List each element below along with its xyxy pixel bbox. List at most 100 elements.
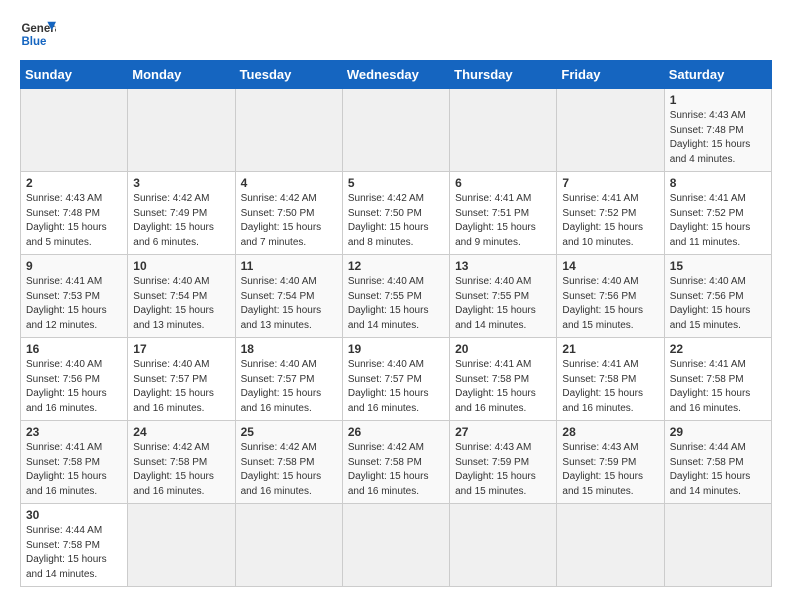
day-info: Sunrise: 4:43 AM Sunset: 7:48 PM Dayligh… xyxy=(26,192,122,250)
day-info: Sunrise: 4:41 AM Sunset: 7:58 PM Dayligh… xyxy=(670,358,766,416)
weekday-header-sunday: Sunday xyxy=(21,61,128,89)
day-info: Sunrise: 4:40 AM Sunset: 7:54 PM Dayligh… xyxy=(133,275,229,333)
calendar-cell: 4 Sunrise: 4:42 AM Sunset: 7:50 PM Daylig… xyxy=(235,172,342,255)
day-info: Sunrise: 4:42 AM Sunset: 7:50 PM Dayligh… xyxy=(348,192,444,250)
day-info: Sunrise: 4:42 AM Sunset: 7:58 PM Dayligh… xyxy=(348,441,444,499)
day-number: 3 xyxy=(133,176,229,190)
day-number: 22 xyxy=(670,342,766,356)
calendar-cell: 14Sunrise: 4:40 AM Sunset: 7:56 PM Dayli… xyxy=(557,255,664,338)
day-info: Sunrise: 4:41 AM Sunset: 7:52 PM Dayligh… xyxy=(670,192,766,250)
day-info: Sunrise: 4:43 AM Sunset: 7:48 PM Dayligh… xyxy=(670,109,766,167)
day-info: Sunrise: 4:43 AM Sunset: 7:59 PM Dayligh… xyxy=(455,441,551,499)
calendar-cell: 8 Sunrise: 4:41 AM Sunset: 7:52 PM Daylig… xyxy=(664,172,771,255)
day-number: 12 xyxy=(348,259,444,273)
calendar-cell xyxy=(342,504,449,587)
day-number: 9 xyxy=(26,259,122,273)
day-info: Sunrise: 4:41 AM Sunset: 7:51 PM Dayligh… xyxy=(455,192,551,250)
calendar-cell: 25 Sunrise: 4:42 AM Sunset: 7:58 PM Dayli… xyxy=(235,421,342,504)
day-info: Sunrise: 4:40 AM Sunset: 7:55 PM Dayligh… xyxy=(348,275,444,333)
calendar-cell: 13 Sunrise: 4:40 AM Sunset: 7:55 PM Dayli… xyxy=(450,255,557,338)
day-number: 28 xyxy=(562,425,658,439)
day-info: Sunrise: 4:41 AM Sunset: 7:58 PM Dayligh… xyxy=(455,358,551,416)
day-info: Sunrise: 4:40 AM Sunset: 7:54 PM Dayligh… xyxy=(241,275,337,333)
day-number: 5 xyxy=(348,176,444,190)
calendar-cell: 23 Sunrise: 4:41 AM Sunset: 7:58 PM Dayli… xyxy=(21,421,128,504)
calendar-cell xyxy=(235,89,342,172)
day-number: 19 xyxy=(348,342,444,356)
calendar-cell: 28Sunrise: 4:43 AM Sunset: 7:59 PM Dayli… xyxy=(557,421,664,504)
day-number: 27 xyxy=(455,425,551,439)
day-info: Sunrise: 4:41 AM Sunset: 7:58 PM Dayligh… xyxy=(26,441,122,499)
day-number: 23 xyxy=(26,425,122,439)
calendar-cell: 21 Sunrise: 4:41 AM Sunset: 7:58 PM Dayli… xyxy=(557,338,664,421)
day-info: Sunrise: 4:40 AM Sunset: 7:56 PM Dayligh… xyxy=(562,275,658,333)
calendar-cell: 15 Sunrise: 4:40 AM Sunset: 7:56 PM Dayli… xyxy=(664,255,771,338)
day-info: Sunrise: 4:42 AM Sunset: 7:49 PM Dayligh… xyxy=(133,192,229,250)
day-info: Sunrise: 4:40 AM Sunset: 7:57 PM Dayligh… xyxy=(348,358,444,416)
day-number: 7 xyxy=(562,176,658,190)
day-info: Sunrise: 4:44 AM Sunset: 7:58 PM Dayligh… xyxy=(26,524,122,582)
calendar-cell: 11 Sunrise: 4:40 AM Sunset: 7:54 PM Dayli… xyxy=(235,255,342,338)
calendar-cell: 6 Sunrise: 4:41 AM Sunset: 7:51 PM Daylig… xyxy=(450,172,557,255)
day-info: Sunrise: 4:40 AM Sunset: 7:56 PM Dayligh… xyxy=(26,358,122,416)
day-info: Sunrise: 4:40 AM Sunset: 7:55 PM Dayligh… xyxy=(455,275,551,333)
calendar-cell xyxy=(557,504,664,587)
calendar-cell: 24 Sunrise: 4:42 AM Sunset: 7:58 PM Dayli… xyxy=(128,421,235,504)
day-number: 25 xyxy=(241,425,337,439)
calendar-cell: 9 Sunrise: 4:41 AM Sunset: 7:53 PM Daylig… xyxy=(21,255,128,338)
calendar-cell: 7Sunrise: 4:41 AM Sunset: 7:52 PM Daylig… xyxy=(557,172,664,255)
day-number: 24 xyxy=(133,425,229,439)
day-info: Sunrise: 4:41 AM Sunset: 7:53 PM Dayligh… xyxy=(26,275,122,333)
calendar-cell xyxy=(128,89,235,172)
day-info: Sunrise: 4:42 AM Sunset: 7:58 PM Dayligh… xyxy=(241,441,337,499)
calendar-cell: 12 Sunrise: 4:40 AM Sunset: 7:55 PM Dayli… xyxy=(342,255,449,338)
calendar-cell xyxy=(128,504,235,587)
calendar-cell xyxy=(342,89,449,172)
day-info: Sunrise: 4:42 AM Sunset: 7:58 PM Dayligh… xyxy=(133,441,229,499)
weekday-header-monday: Monday xyxy=(128,61,235,89)
day-info: Sunrise: 4:44 AM Sunset: 7:58 PM Dayligh… xyxy=(670,441,766,499)
day-number: 30 xyxy=(26,508,122,522)
calendar-table: SundayMondayTuesdayWednesdayThursdayFrid… xyxy=(20,60,772,587)
day-number: 17 xyxy=(133,342,229,356)
day-number: 15 xyxy=(670,259,766,273)
page-header: General Blue xyxy=(20,16,772,52)
calendar-cell xyxy=(557,89,664,172)
day-number: 4 xyxy=(241,176,337,190)
day-info: Sunrise: 4:42 AM Sunset: 7:50 PM Dayligh… xyxy=(241,192,337,250)
svg-text:Blue: Blue xyxy=(21,36,47,48)
weekday-header-thursday: Thursday xyxy=(450,61,557,89)
calendar-cell: 2 Sunrise: 4:43 AM Sunset: 7:48 PM Daylig… xyxy=(21,172,128,255)
day-info: Sunrise: 4:41 AM Sunset: 7:58 PM Dayligh… xyxy=(562,358,658,416)
weekday-header-tuesday: Tuesday xyxy=(235,61,342,89)
day-info: Sunrise: 4:40 AM Sunset: 7:56 PM Dayligh… xyxy=(670,275,766,333)
calendar-cell: 22 Sunrise: 4:41 AM Sunset: 7:58 PM Dayli… xyxy=(664,338,771,421)
calendar-cell: 16 Sunrise: 4:40 AM Sunset: 7:56 PM Dayli… xyxy=(21,338,128,421)
day-number: 6 xyxy=(455,176,551,190)
day-number: 13 xyxy=(455,259,551,273)
calendar-cell xyxy=(450,89,557,172)
day-number: 26 xyxy=(348,425,444,439)
day-number: 10 xyxy=(133,259,229,273)
calendar-cell: 20Sunrise: 4:41 AM Sunset: 7:58 PM Dayli… xyxy=(450,338,557,421)
weekday-header-friday: Friday xyxy=(557,61,664,89)
calendar-cell xyxy=(21,89,128,172)
logo-icon: General Blue xyxy=(20,16,56,52)
day-number: 21 xyxy=(562,342,658,356)
day-number: 8 xyxy=(670,176,766,190)
day-number: 29 xyxy=(670,425,766,439)
calendar-cell: 10 Sunrise: 4:40 AM Sunset: 7:54 PM Dayli… xyxy=(128,255,235,338)
day-number: 16 xyxy=(26,342,122,356)
calendar-cell: 17Sunrise: 4:40 AM Sunset: 7:57 PM Dayli… xyxy=(128,338,235,421)
day-number: 11 xyxy=(241,259,337,273)
weekday-header-saturday: Saturday xyxy=(664,61,771,89)
calendar-cell: 30 Sunrise: 4:44 AM Sunset: 7:58 PM Dayli… xyxy=(21,504,128,587)
day-number: 18 xyxy=(241,342,337,356)
day-info: Sunrise: 4:40 AM Sunset: 7:57 PM Dayligh… xyxy=(241,358,337,416)
logo: General Blue xyxy=(20,16,56,52)
day-number: 2 xyxy=(26,176,122,190)
calendar-cell: 29 Sunrise: 4:44 AM Sunset: 7:58 PM Dayli… xyxy=(664,421,771,504)
calendar-cell: 26 Sunrise: 4:42 AM Sunset: 7:58 PM Dayli… xyxy=(342,421,449,504)
calendar-cell: 3 Sunrise: 4:42 AM Sunset: 7:49 PM Daylig… xyxy=(128,172,235,255)
calendar-cell: 1Sunrise: 4:43 AM Sunset: 7:48 PM Daylig… xyxy=(664,89,771,172)
